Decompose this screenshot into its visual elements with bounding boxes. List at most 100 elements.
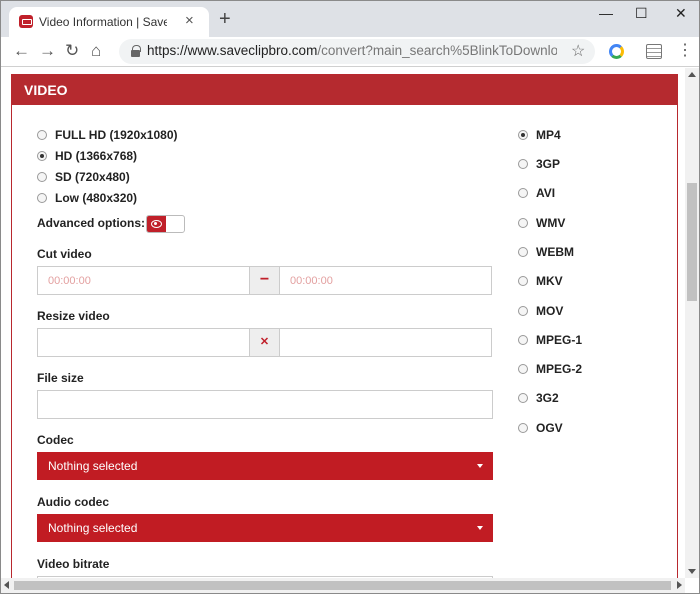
resolution-option-hd[interactable]: HD (1366x768) <box>37 149 137 163</box>
toggle-on-segment <box>147 216 166 232</box>
file-size-label: File size <box>37 371 84 385</box>
format-option-avi[interactable]: AVI <box>518 186 555 200</box>
file-size-input[interactable] <box>37 390 493 419</box>
tab-strip: Video Information | SaveClipBro × + — ☐ … <box>1 1 699 37</box>
browser-tab[interactable]: Video Information | SaveClipBro × <box>9 7 209 37</box>
radio-icon[interactable] <box>37 193 47 203</box>
resolution-label: SD (720x480) <box>55 170 130 184</box>
tab-title: Video Information | SaveClipBro <box>39 15 167 29</box>
resolution-label: HD (1366x768) <box>55 149 138 163</box>
radio-icon[interactable] <box>518 276 528 286</box>
format-label: AVI <box>536 186 556 200</box>
resolution-option-sd[interactable]: SD (720x480) <box>37 170 130 184</box>
radio-icon[interactable] <box>518 393 528 403</box>
chevron-down-icon <box>477 464 483 468</box>
vertical-scrollbar[interactable] <box>685 68 699 578</box>
new-tab-icon[interactable]: + <box>219 9 231 29</box>
radio-icon[interactable] <box>518 247 528 257</box>
format-label: 3G2 <box>536 391 559 405</box>
format-option-3gp[interactable]: 3GP <box>518 157 560 171</box>
codec-value: Nothing selected <box>48 459 138 473</box>
horizontal-scrollbar[interactable] <box>1 578 685 593</box>
address-bar[interactable]: https://www.saveclipbro.com/convert?main… <box>119 39 595 64</box>
codec-label: Codec <box>37 433 74 447</box>
format-label: MKV <box>536 274 563 288</box>
format-option-mkv[interactable]: MKV <box>518 274 563 288</box>
home-icon[interactable]: ⌂ <box>91 41 101 61</box>
chrome-extension-icon[interactable] <box>609 44 624 59</box>
audio-codec-value: Nothing selected <box>48 521 138 535</box>
codec-select[interactable]: Nothing selected <box>37 452 493 480</box>
format-label: WEBM <box>536 245 574 259</box>
scroll-down-icon[interactable] <box>688 569 696 574</box>
horizontal-scroll-thumb[interactable] <box>14 581 671 590</box>
format-label: MPEG-1 <box>536 333 583 347</box>
reader-extension-icon[interactable] <box>646 44 662 59</box>
format-option-webm[interactable]: WEBM <box>518 245 574 259</box>
cut-video-label: Cut video <box>37 247 92 261</box>
format-label: MOV <box>536 304 564 318</box>
radio-selected-icon[interactable] <box>37 151 47 161</box>
bookmark-star-icon[interactable]: ☆ <box>571 41 585 61</box>
url-text[interactable]: https://www.saveclipbro.com/convert?main… <box>147 43 557 58</box>
format-label: WMV <box>536 216 566 230</box>
forward-icon[interactable]: → <box>39 41 56 61</box>
radio-icon[interactable] <box>518 335 528 345</box>
format-option-3g2[interactable]: 3G2 <box>518 391 559 405</box>
radio-icon[interactable] <box>37 130 47 140</box>
format-label: 3GP <box>536 157 561 171</box>
resolution-option-low[interactable]: Low (480x320) <box>37 191 137 205</box>
page-content: VIDEO FULL HD (1920x1080) HD (1366x768) … <box>1 68 685 578</box>
format-option-ogv[interactable]: OGV <box>518 421 563 435</box>
video-card: VIDEO FULL HD (1920x1080) HD (1366x768) … <box>11 74 678 578</box>
audio-codec-label: Audio codec <box>37 495 110 509</box>
resolution-label: Low (480x320) <box>55 191 138 205</box>
saveclipbro-favicon-icon <box>19 15 33 28</box>
scroll-up-icon[interactable] <box>688 72 696 77</box>
format-option-mpeg1[interactable]: MPEG-1 <box>518 333 582 347</box>
advanced-options-label: Advanced options: <box>37 216 146 230</box>
format-label: MPEG-2 <box>536 362 583 376</box>
radio-icon[interactable] <box>37 172 47 182</box>
vertical-scroll-thumb[interactable] <box>687 183 697 301</box>
resolution-option-fullhd[interactable]: FULL HD (1920x1080) <box>37 128 178 142</box>
browser-window: Video Information | SaveClipBro × + — ☐ … <box>0 0 700 594</box>
radio-icon[interactable] <box>518 159 528 169</box>
video-bitrate-label: Video bitrate <box>37 557 110 571</box>
resize-separator-icon: ✕ <box>249 328 280 357</box>
radio-icon[interactable] <box>518 218 528 228</box>
reload-icon[interactable]: ↻ <box>65 41 79 61</box>
radio-icon[interactable] <box>518 306 528 316</box>
resize-video-label: Resize video <box>37 309 110 323</box>
close-window-icon[interactable]: ✕ <box>675 3 687 23</box>
chevron-down-icon <box>477 526 483 530</box>
cut-end-input[interactable]: 00:00:00 <box>279 266 492 295</box>
maximize-icon[interactable]: ☐ <box>635 3 648 23</box>
url-path: /convert?main_search%5BlinkToDownload... <box>317 43 557 58</box>
advanced-options-toggle[interactable] <box>146 215 185 233</box>
browser-toolbar: ← → ↻ ⌂ https://www.saveclipbro.com/conv… <box>1 37 699 67</box>
scroll-right-icon[interactable] <box>677 581 682 589</box>
format-option-mov[interactable]: MOV <box>518 304 563 318</box>
radio-icon[interactable] <box>518 423 528 433</box>
radio-selected-icon[interactable] <box>518 130 528 140</box>
audio-codec-select[interactable]: Nothing selected <box>37 514 493 542</box>
minimize-icon[interactable]: — <box>599 3 613 23</box>
format-label: OGV <box>536 421 563 435</box>
format-option-mp4[interactable]: MP4 <box>518 128 561 142</box>
format-option-mpeg2[interactable]: MPEG-2 <box>518 362 582 376</box>
scroll-left-icon[interactable] <box>4 581 9 589</box>
cut-start-input[interactable]: 00:00:00 <box>37 266 250 295</box>
browser-menu-icon[interactable]: ⋮ <box>677 41 693 61</box>
close-tab-icon[interactable]: × <box>185 12 194 30</box>
radio-icon[interactable] <box>518 188 528 198</box>
resize-height-input[interactable] <box>279 328 492 357</box>
radio-icon[interactable] <box>518 364 528 374</box>
resize-width-input[interactable] <box>37 328 250 357</box>
back-icon[interactable]: ← <box>13 41 30 61</box>
lock-icon <box>131 45 141 57</box>
format-label: MP4 <box>536 128 561 142</box>
resolution-label: FULL HD (1920x1080) <box>55 128 178 142</box>
format-option-wmv[interactable]: WMV <box>518 216 565 230</box>
eye-icon <box>151 220 162 228</box>
